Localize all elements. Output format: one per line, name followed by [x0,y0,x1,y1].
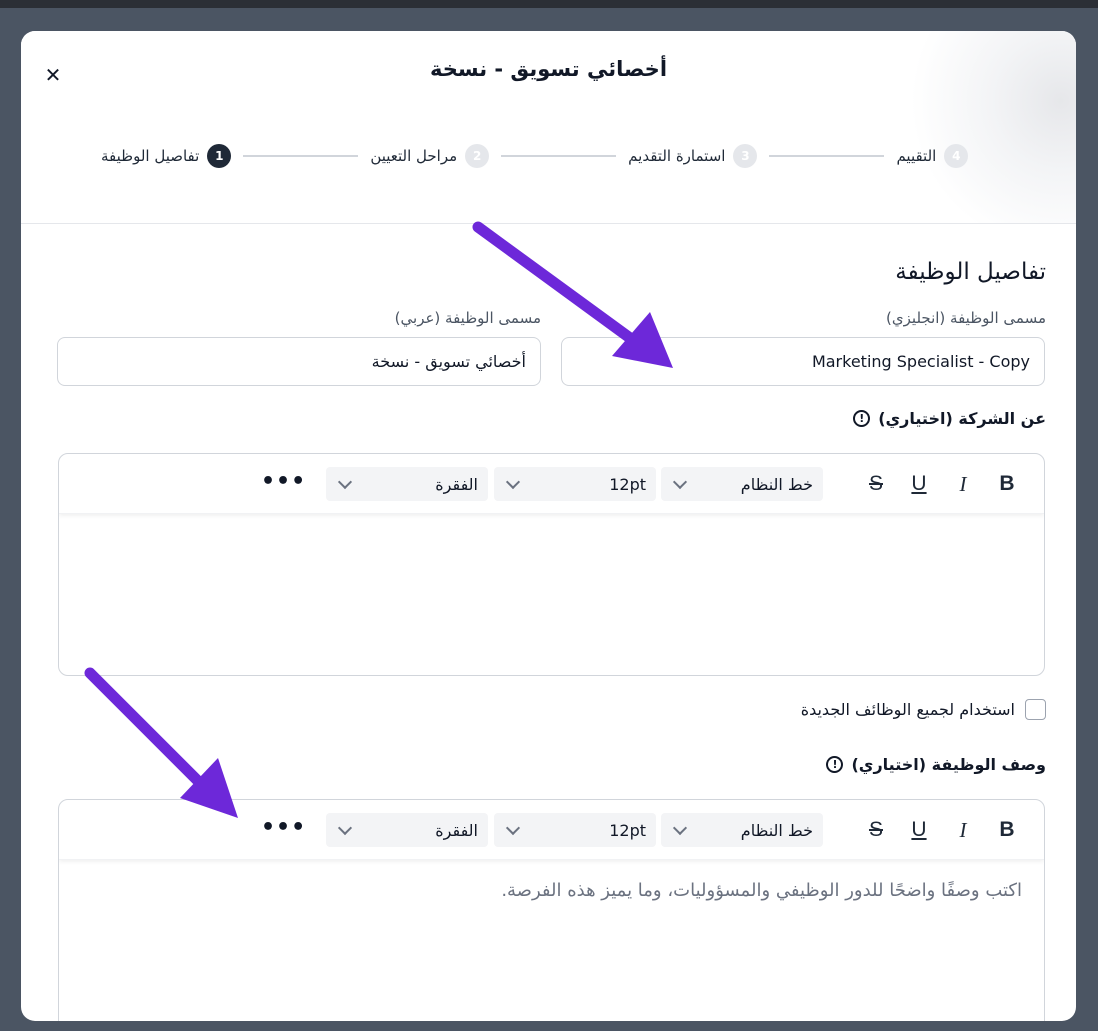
strikethrough-icon[interactable]: S [864,472,888,496]
info-icon[interactable]: ! [853,410,871,427]
job-description-text: وصف الوظيفة (اختياري) [851,755,1046,774]
font-family-value: خط النظام [740,820,813,840]
step-number: 1 [207,144,232,168]
job-description-editor: B I U S خط النظام 12pt الفقرة ••• اكتب و… [58,799,1045,1021]
step-label: استمارة التقديم [628,147,726,165]
block-format-value: الفقرة [435,820,478,840]
job-title-en-input[interactable]: Marketing Specialist - Copy [561,337,1045,386]
step-number: 2 [465,144,490,168]
font-size-select[interactable]: 12pt [494,467,656,501]
font-family-value: خط النظام [740,474,813,494]
step-number: 4 [944,144,969,168]
underline-icon[interactable]: U [907,818,931,842]
italic-icon[interactable]: I [951,818,975,842]
more-options-icon[interactable]: ••• [261,817,306,839]
job-title-en-label: مسمى الوظيفة (انجليزي) [886,309,1046,327]
modal-title: أخصائي تسويق - نسخة [429,57,668,81]
modal-header: ✕ أخصائي تسويق - نسخة 1 تفاصيل الوظيفة 2… [21,31,1076,224]
strikethrough-icon[interactable]: S [864,818,888,842]
about-company-label: عن الشركة (اختياري) ! [853,409,1046,428]
step-evaluation[interactable]: 4 التقييم [896,144,969,168]
step-application-form[interactable]: 3 استمارة التقديم [628,144,758,168]
stepper: 1 تفاصيل الوظيفة 2 مراحل التعيين 3 استما… [101,144,1021,168]
font-size-value: 12pt [609,474,646,494]
font-family-select[interactable]: خط النظام [661,467,823,501]
job-description-label: وصف الوظيفة (اختياري) ! [826,755,1046,774]
job-title-ar-label: مسمى الوظيفة (عربي) [394,309,541,327]
editor-toolbar: B I U S خط النظام 12pt الفقرة ••• [59,800,1044,860]
use-for-all-jobs-checkbox[interactable] [1025,699,1046,720]
underline-icon[interactable]: U [907,472,931,496]
job-description-content[interactable]: اكتب وصفًا واضحًا للدور الوظيفي والمسؤول… [59,860,1044,921]
use-for-all-jobs-row: استخدام لجميع الوظائف الجديدة [801,699,1046,720]
step-number: 3 [733,144,758,168]
about-company-editor: B I U S خط النظام 12pt الفقرة ••• [58,453,1045,676]
step-connector [769,155,885,157]
step-job-details[interactable]: 1 تفاصيل الوظيفة [101,144,232,168]
block-format-select[interactable]: الفقرة [326,467,488,501]
step-connector [501,155,617,157]
info-icon[interactable]: ! [826,756,844,773]
job-edit-modal: ✕ أخصائي تسويق - نسخة 1 تفاصيل الوظيفة 2… [21,31,1076,1021]
about-company-text: عن الشركة (اختياري) [878,409,1046,428]
step-connector [243,155,359,157]
font-family-select[interactable]: خط النظام [661,813,823,847]
italic-icon[interactable]: I [951,472,975,496]
block-format-value: الفقرة [435,474,478,494]
section-title: تفاصيل الوظيفة [895,259,1046,285]
block-format-select[interactable]: الفقرة [326,813,488,847]
font-size-value: 12pt [609,820,646,840]
bold-icon[interactable]: B [995,472,1019,496]
font-size-select[interactable]: 12pt [494,813,656,847]
job-title-ar-input[interactable]: أخصائي تسويق - نسخة [57,337,541,386]
bold-icon[interactable]: B [995,818,1019,842]
more-options-icon[interactable]: ••• [261,471,306,493]
editor-toolbar: B I U S خط النظام 12pt الفقرة ••• [59,454,1044,514]
step-label: التقييم [896,147,937,165]
about-company-content[interactable] [59,514,1044,554]
step-hiring-stages[interactable]: 2 مراحل التعيين [370,144,490,168]
top-bar [0,0,1098,8]
step-label: مراحل التعيين [370,147,458,165]
checkbox-label: استخدام لجميع الوظائف الجديدة [800,700,1015,719]
step-label: تفاصيل الوظيفة [101,147,200,165]
